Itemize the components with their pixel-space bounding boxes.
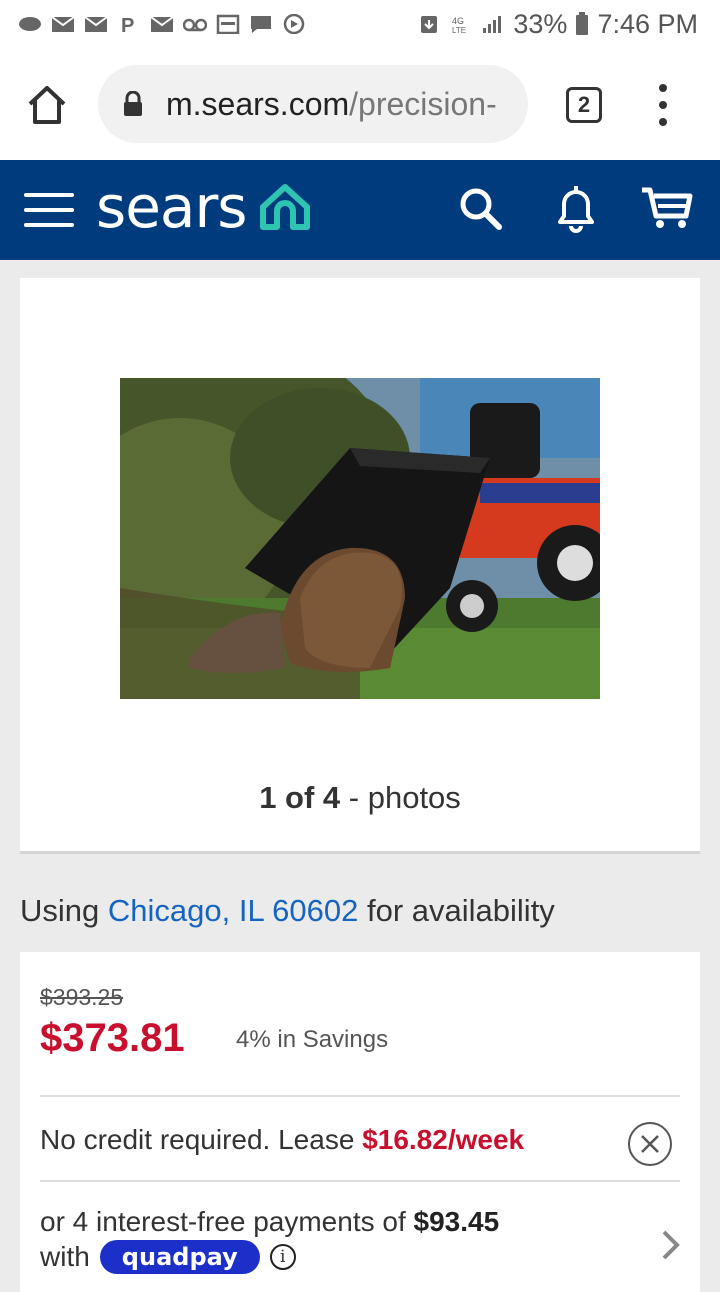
lte-icon: 4GLTE [452,16,466,34]
download-icon [421,16,438,33]
calendar-icon [216,14,240,34]
signal-icon [483,16,502,33]
photo-index: 1 of 4 [259,780,341,815]
house-logo-icon [259,184,310,230]
status-bar: P 4G LTE 33% 7:46 PM [0,0,720,48]
voicemail-icon [183,18,207,32]
product-image[interactable] [120,378,600,699]
availability-suffix: for availability [367,893,555,928]
availability-line: Using Chicago, IL 60602 for availability [20,893,555,929]
with-label: with [40,1241,90,1272]
svg-text:LTE: LTE [452,26,466,34]
pricing-card: $393.25 $373.81 4% in Savings No credit … [20,952,700,1292]
hamburger-menu-icon[interactable] [24,193,74,227]
info-icon[interactable]: i [269,1244,296,1270]
url-text: m.sears.com/precision- [166,86,497,123]
address-bar[interactable]: m.sears.com/precision- [98,65,528,143]
site-header: sears [0,160,720,260]
url-domain: m.sears.com [166,85,350,122]
availability-prefix: Using [20,893,100,928]
tab-switcher-button[interactable]: 2 [566,87,602,123]
battery-percent: 33% [513,8,568,39]
sync-icon [19,17,41,31]
play-icon [283,14,305,34]
savings-label: 4% in Savings [236,1026,389,1053]
product-photo-gallery: 1 of 4 - photos [20,278,700,854]
notifications-bell-icon[interactable] [552,182,600,234]
chat-icon [251,16,271,33]
overflow-menu-icon[interactable] [651,84,675,126]
mail-icon [51,16,75,32]
divider [40,1095,680,1097]
close-icon[interactable] [628,1122,672,1166]
mail-icon [84,16,108,32]
photo-counter: 1 of 4 - photos [20,780,700,816]
sale-price: $373.81 [40,1016,185,1060]
shopping-cart-icon[interactable] [640,186,694,230]
svg-text:4G: 4G [452,16,464,26]
quadpay-logo[interactable]: quadpay [99,1240,260,1274]
system-indicators: 4G LTE 33% 7:46 PM [417,9,698,40]
battery-icon [576,12,589,35]
installment-provider: with quadpay i [40,1240,296,1274]
home-icon[interactable] [24,82,70,128]
chevron-right-icon[interactable] [660,1228,682,1262]
paypal-icon: P [121,15,134,34]
search-icon[interactable] [456,184,504,232]
lease-text: No credit required. Lease [40,1124,355,1155]
installment-amount: $93.45 [413,1206,500,1237]
photo-suffix: - photos [348,780,461,815]
installment-text: or 4 interest-free payments of [40,1206,406,1237]
svg-text:P: P [121,15,134,34]
lease-amount: $16.82/week [362,1124,525,1155]
original-price: $393.25 [40,984,124,1010]
notification-icons: P [18,14,417,34]
clock: 7:46 PM [597,8,698,39]
browser-toolbar: m.sears.com/precision- 2 [0,48,720,160]
installment-offer[interactable]: or 4 interest-free payments of $93.45 [40,1206,499,1238]
sears-logo[interactable]: sears [96,172,313,242]
mail-icon [150,16,174,32]
location-link[interactable]: Chicago, IL 60602 [108,893,358,928]
logo-text: sears [96,173,248,241]
url-path: /precision- [349,85,497,122]
lease-offer[interactable]: No credit required. Lease $16.82/week [40,1124,524,1156]
divider [40,1180,680,1182]
lock-icon [124,91,142,116]
